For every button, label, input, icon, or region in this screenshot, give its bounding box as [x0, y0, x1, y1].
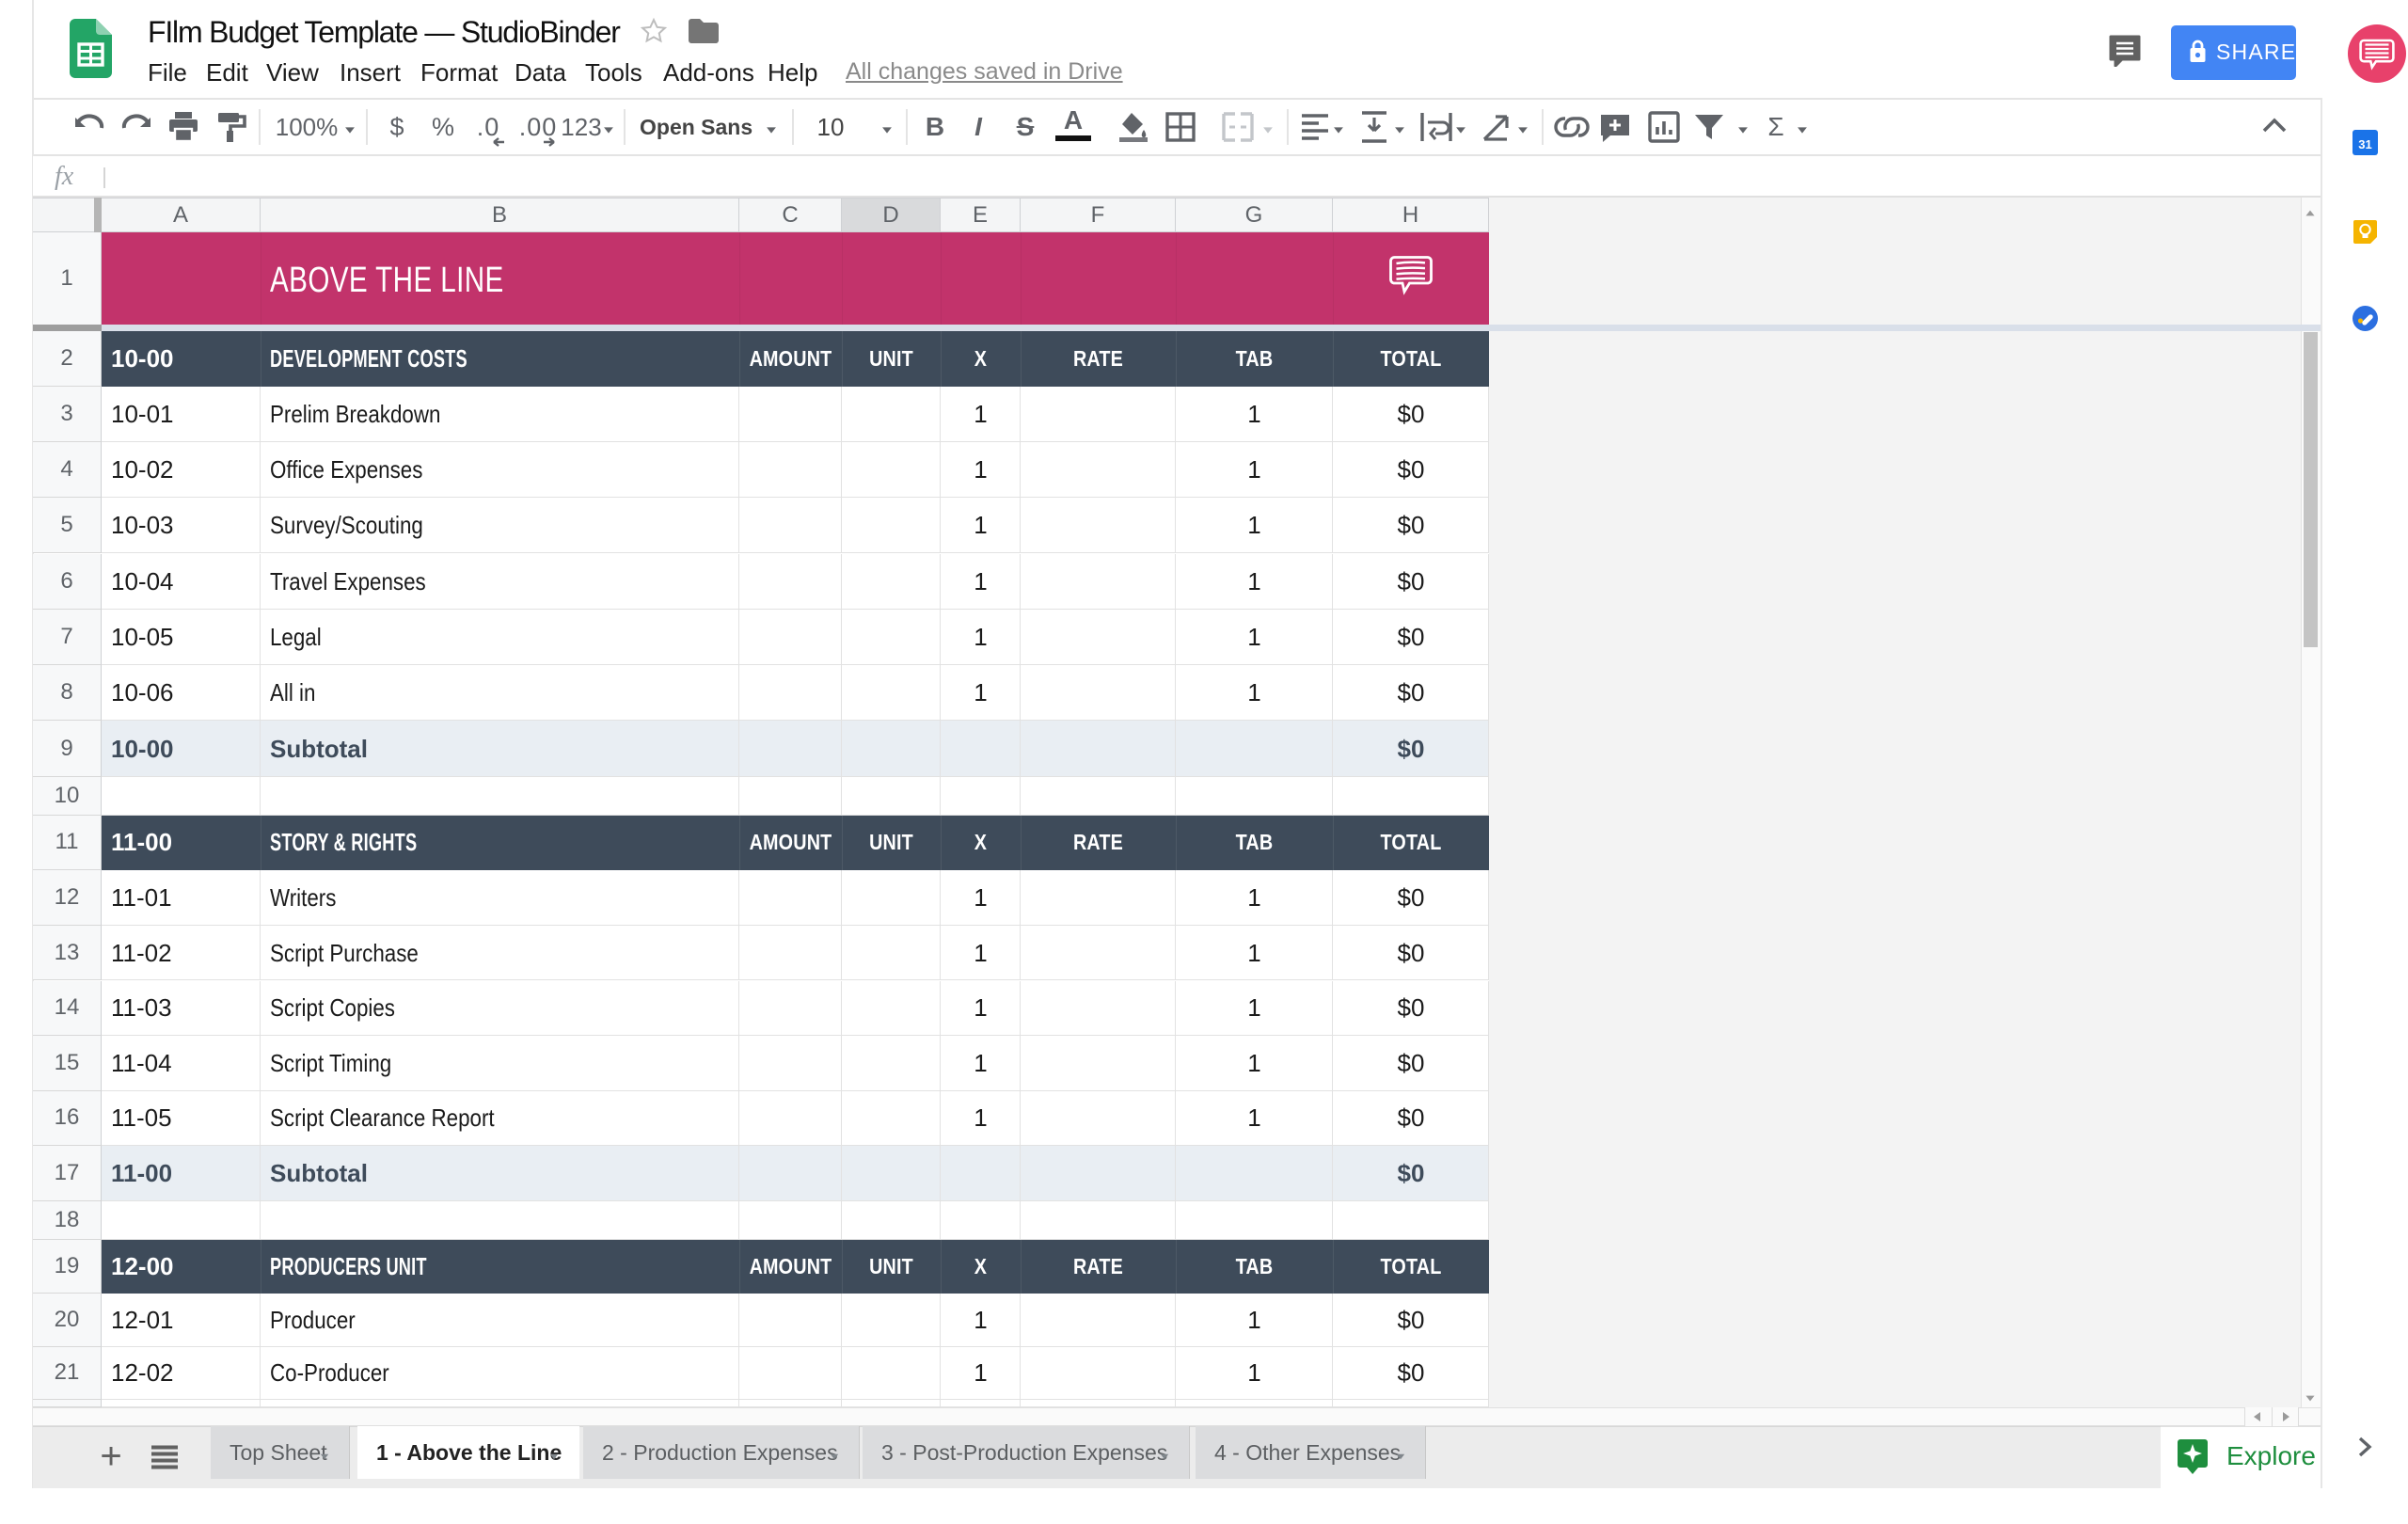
- svg-text:31: 31: [2358, 137, 2371, 151]
